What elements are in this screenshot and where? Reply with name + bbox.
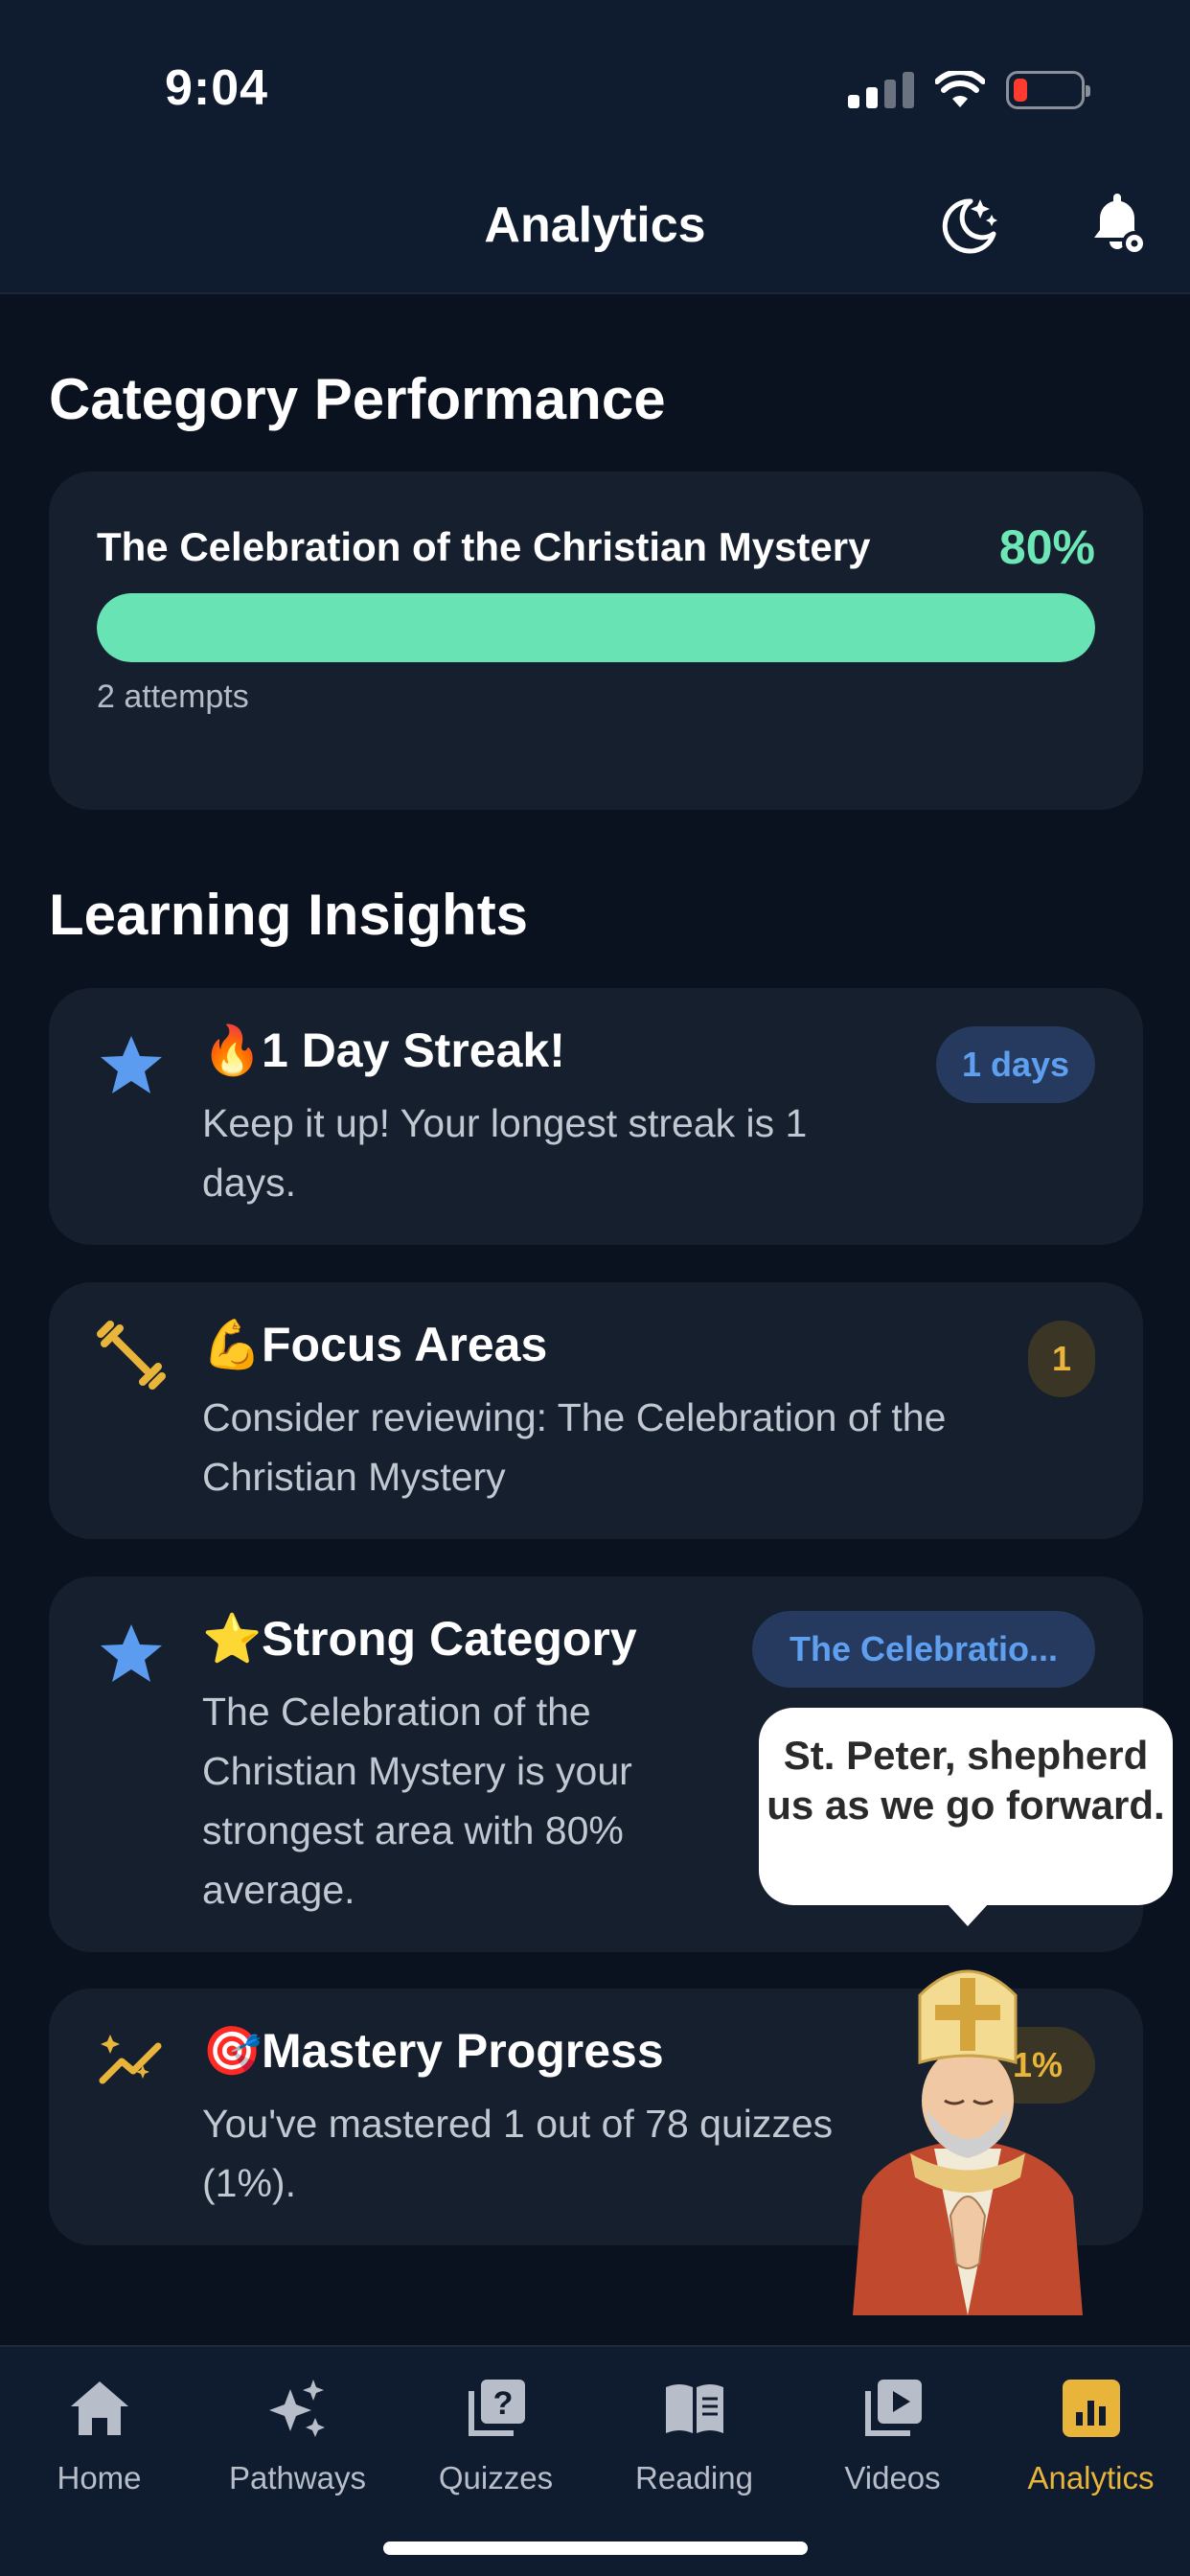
tab-label: Analytics: [1027, 2460, 1155, 2496]
home-icon: [71, 2381, 128, 2435]
category-name: The Celebration of the Christian Mystery: [97, 524, 871, 569]
dumbbell-icon: [97, 1321, 166, 1390]
streak-badge: 1 days: [936, 1026, 1095, 1103]
tab-analytics[interactable]: Analytics: [992, 2347, 1190, 2539]
saint-peter-mascot[interactable]: [843, 1957, 1092, 2315]
tab-reading[interactable]: Reading: [595, 2347, 793, 2539]
insight-description: Keep it up! Your longest streak is 1 day…: [202, 1101, 808, 1205]
category-performance-heading: Category Performance: [49, 367, 666, 431]
fire-emoji: 🔥: [202, 1024, 263, 1077]
tab-quizzes[interactable]: ? Quizzes: [397, 2347, 595, 2539]
status-icons: [848, 69, 1090, 111]
star-icon: [101, 1036, 162, 1093]
quiz-question-icon: ?: [469, 2380, 525, 2436]
page-title: Analytics: [484, 197, 706, 253]
star-emoji: ⭐: [202, 1612, 263, 1666]
book-icon: [666, 2384, 723, 2433]
tab-label: Reading: [635, 2460, 753, 2496]
category-progress-bar: [97, 593, 1095, 662]
category-progress-fill: [97, 593, 1095, 662]
flexed-biceps-emoji: 💪: [202, 1318, 263, 1371]
insight-card-streak[interactable]: 🔥1 Day Streak! Keep it up! Your longest …: [49, 988, 1143, 1245]
insight-description: Consider reviewing: The Celebration of t…: [202, 1395, 947, 1499]
sparkle-trend-icon: [99, 2035, 162, 2084]
moon-stars-icon[interactable]: [934, 192, 1001, 259]
category-attempts: 2 attempts: [97, 678, 249, 715]
sparkles-icon: [269, 2380, 325, 2437]
star-icon: [101, 1624, 162, 1682]
tab-home[interactable]: Home: [0, 2347, 198, 2539]
status-time: 9:04: [165, 60, 269, 116]
category-card[interactable]: The Celebration of the Christian Mystery…: [49, 472, 1143, 810]
mascot-speech-bubble: St. Peter, shepherd us as we go forward.: [759, 1708, 1173, 1926]
insight-description: You've mastered 1 out of 78 quizzes (1%)…: [202, 2102, 834, 2205]
tab-label: Quizzes: [438, 2460, 554, 2496]
svg-text:?: ?: [493, 2385, 514, 2422]
strong-category-badge: The Celebratio...: [752, 1611, 1095, 1688]
top-bar: 9:04 Analytics: [0, 0, 1190, 294]
wifi-icon: [935, 71, 985, 107]
category-percent: 80%: [998, 520, 1095, 574]
tab-videos[interactable]: Videos: [793, 2347, 992, 2539]
insight-title: 🔥1 Day Streak!: [202, 1024, 565, 1077]
video-library-icon: [865, 2380, 922, 2436]
focus-count-badge: 1: [1028, 1321, 1095, 1397]
insight-description: The Celebration of the Christian Mystery…: [202, 1690, 632, 1912]
insight-title: 💪Focus Areas: [202, 1318, 548, 1371]
tab-pathways[interactable]: Pathways: [198, 2347, 397, 2539]
battery-icon: [1006, 71, 1090, 109]
target-emoji: 🎯: [202, 2024, 263, 2078]
insight-title: ⭐Strong Category: [202, 1612, 637, 1666]
tab-label: Videos: [844, 2460, 941, 2496]
home-indicator[interactable]: [383, 2542, 808, 2555]
tab-label: Home: [57, 2460, 142, 2496]
tab-label: Pathways: [228, 2460, 367, 2496]
insight-title: 🎯Mastery Progress: [202, 2024, 664, 2078]
bell-gear-icon[interactable]: [1083, 192, 1150, 259]
cellular-signal-icon: [848, 72, 914, 108]
learning-insights-heading: Learning Insights: [49, 883, 529, 947]
analytics-chart-icon: [1063, 2380, 1120, 2437]
insight-card-focus[interactable]: 💪Focus Areas Consider reviewing: The Cel…: [49, 1282, 1143, 1539]
